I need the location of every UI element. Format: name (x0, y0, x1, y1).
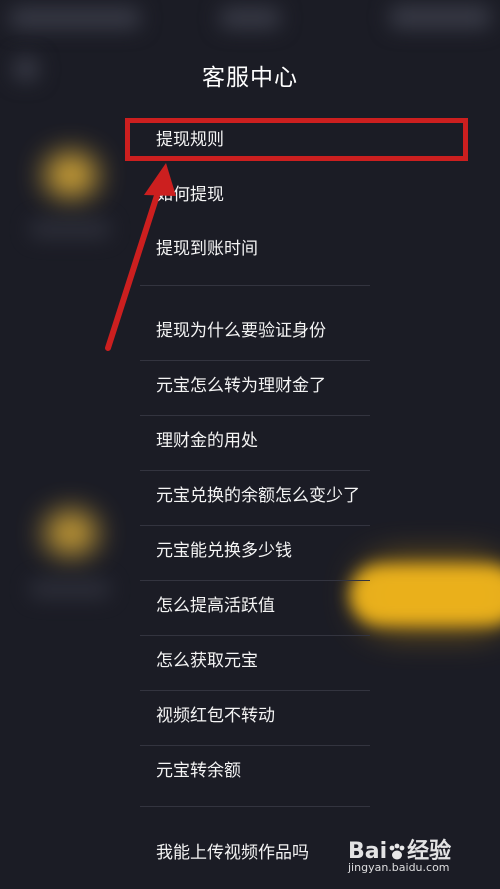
watermark-url: jingyan.baidu.com (348, 861, 450, 874)
annotation-arrow-head (144, 163, 176, 196)
paw-icon (389, 843, 405, 860)
annotation-arrow (105, 163, 176, 351)
baidu-jingyan-watermark: Bai 经验 jingyan.baidu.com (340, 833, 490, 879)
annotation-arrow-shaft (105, 183, 163, 351)
